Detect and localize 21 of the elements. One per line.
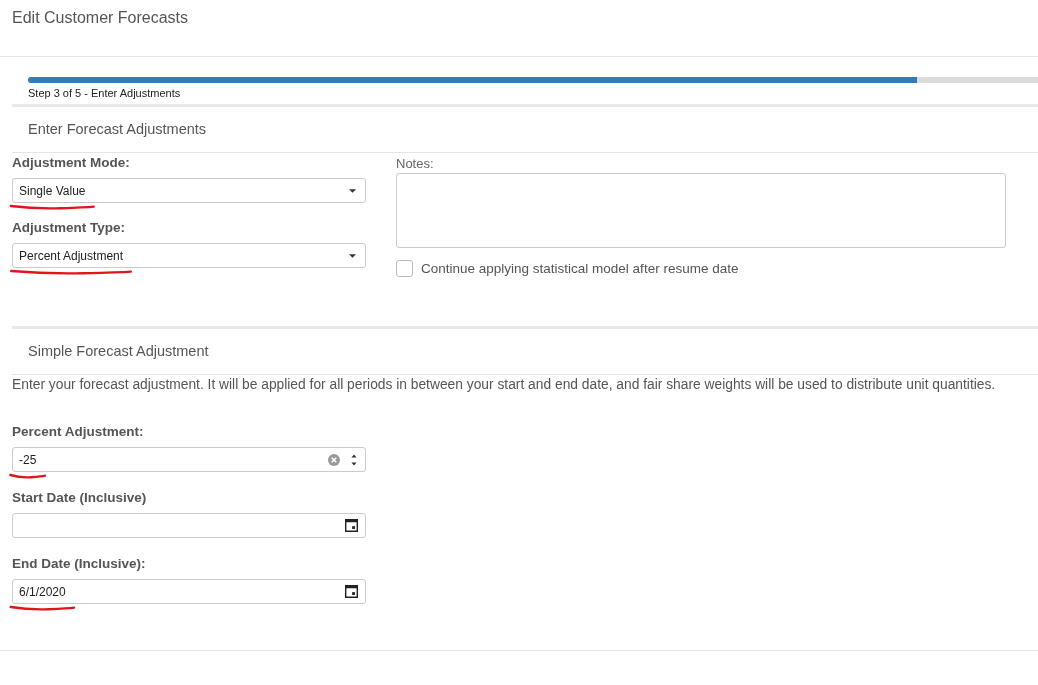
- section-heading: Simple Forecast Adjustment: [28, 342, 209, 360]
- page-title: Edit Customer Forecasts: [12, 8, 189, 28]
- clear-icon[interactable]: [328, 453, 340, 466]
- checkbox-label: Continue applying statistical model after resume date: [421, 260, 739, 277]
- section-heading: Enter Forecast Adjustments: [28, 120, 207, 138]
- field-label: Start Date (Inclusive): [12, 490, 147, 506]
- date-field[interactable]: [12, 513, 366, 538]
- caret-down-icon: [349, 188, 356, 193]
- notes-textarea[interactable]: [396, 173, 1006, 248]
- checkbox[interactable]: [396, 260, 413, 277]
- calendar-icon[interactable]: [345, 519, 358, 532]
- caret-down-icon: [349, 253, 356, 258]
- spinner-icon[interactable]: [351, 453, 357, 466]
- step-label: Step 3 of 5 - Enter Adjustments: [28, 86, 181, 100]
- field-label: Percent Adjustment:: [12, 424, 144, 440]
- calendar-icon[interactable]: [345, 585, 358, 598]
- field-label: Adjustment Type:: [12, 220, 125, 236]
- field-label: End Date (Inclusive):: [12, 556, 146, 572]
- field-label: Adjustment Mode:: [12, 155, 130, 171]
- notes-label: Notes:: [396, 156, 434, 172]
- description-text: Enter your forecast adjustment. It will be applied for all periods in between your start and end date, and fair share weights will be used to distribute unit quantities.: [11, 377, 996, 393]
